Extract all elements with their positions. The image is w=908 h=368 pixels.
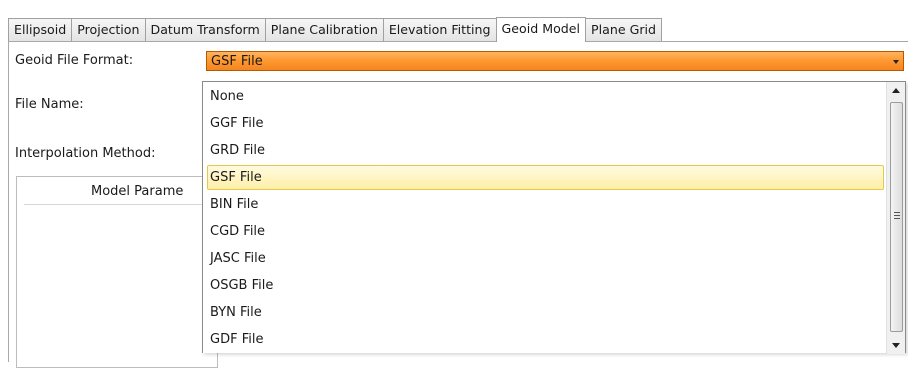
scroll-up-arrow-icon[interactable] [887, 82, 905, 100]
dropdown-option-cgd-file[interactable]: CGD File [207, 219, 884, 244]
scrollbar-thumb[interactable] [890, 102, 903, 332]
tab-strip: Ellipsoid Projection Datum Transform Pla… [0, 0, 908, 42]
geoid-file-format-value: GSF File [211, 54, 263, 69]
dropdown-option-ggf-file[interactable]: GGF File [207, 111, 884, 136]
scroll-down-arrow-icon[interactable] [887, 336, 905, 354]
tab-plane-calibration[interactable]: Plane Calibration [264, 18, 384, 41]
dropdown-option-byn-file[interactable]: BYN File [207, 300, 884, 325]
grip-line-icon [894, 215, 900, 216]
tab-plane-grid[interactable]: Plane Grid [585, 18, 663, 41]
dropdown-option-bin-file[interactable]: BIN File [207, 192, 884, 217]
geoid-file-format-combobox[interactable]: GSF File [206, 51, 904, 71]
grip-line-icon [894, 212, 900, 213]
dropdown-option-grd-file[interactable]: GRD File [207, 138, 884, 163]
tab-geoid-model[interactable]: Geoid Model [495, 17, 587, 42]
file-name-label: File Name: [15, 97, 84, 112]
geoid-file-format-label: Geoid File Format: [15, 53, 134, 68]
dropdown-scrollbar[interactable] [886, 82, 905, 354]
grip-line-icon [894, 218, 900, 219]
interpolation-method-label: Interpolation Method: [15, 146, 156, 161]
model-parameters-header: Model Parame [24, 182, 204, 205]
dropdown-option-gdf-file[interactable]: GDF File [207, 327, 884, 352]
tab-ellipsoid[interactable]: Ellipsoid [8, 18, 73, 41]
tab-list: Ellipsoid Projection Datum Transform Pla… [8, 17, 663, 42]
dropdown-option-none[interactable]: None [207, 84, 884, 109]
chevron-down-icon[interactable] [893, 60, 899, 64]
dropdown-option-gsf-file[interactable]: GSF File [207, 165, 884, 190]
tab-datum-transform[interactable]: Datum Transform [144, 18, 266, 41]
model-parameters-title: Model Parame [91, 184, 184, 199]
tab-projection[interactable]: Projection [71, 18, 146, 41]
geoid-file-format-dropdown-list[interactable]: None GGF File GRD File GSF File BIN File… [202, 81, 906, 354]
tab-elevation-fitting[interactable]: Elevation Fitting [382, 18, 497, 41]
dropdown-option-osgb-file[interactable]: OSGB File [207, 273, 884, 298]
dropdown-option-jasc-file[interactable]: JASC File [207, 246, 884, 271]
